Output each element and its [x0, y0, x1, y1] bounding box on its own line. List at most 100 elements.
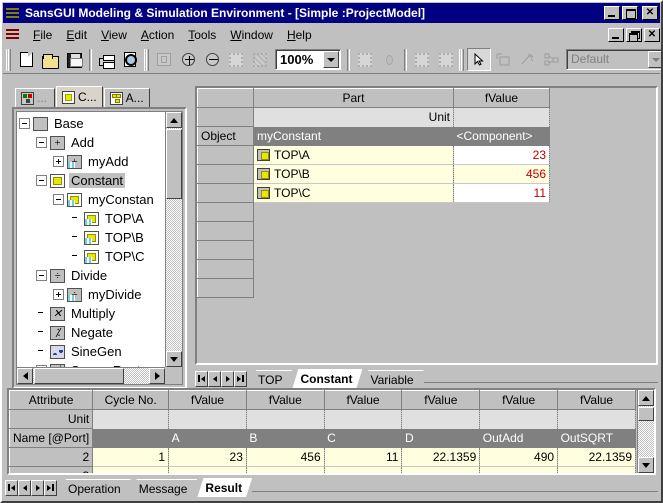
upper-col-header[interactable]: Part	[253, 88, 454, 108]
fvalue-cell[interactable]: 456	[453, 164, 550, 184]
close-button[interactable]: ✕	[642, 6, 658, 20]
sheet-tab-top[interactable]: TOP	[250, 370, 292, 388]
menu-view[interactable]: View	[94, 26, 134, 44]
bottom-grid[interactable]: Attribute Cycle No. fValue fValue fValue fVal…	[7, 388, 656, 475]
bottom-col-header[interactable]: fValue	[168, 390, 247, 410]
tree-tab-project[interactable]: ...	[15, 88, 55, 107]
zoom-window-button[interactable]	[152, 48, 176, 71]
data-cell[interactable]: 1	[92, 447, 170, 467]
bottom-name-cell[interactable]: OutSQRT	[557, 428, 636, 448]
table-row[interactable]: 3	[9, 466, 636, 473]
object-part-cell[interactable]: myConstant	[253, 126, 454, 146]
data-cell[interactable]	[401, 466, 481, 473]
sheet-tab-variable[interactable]: Variable	[362, 370, 423, 388]
zoom-level-combo[interactable]: 100%	[275, 49, 341, 70]
prev-tab-button[interactable]	[208, 370, 221, 387]
collapse-icon[interactable]	[36, 137, 47, 148]
menu-tools[interactable]: Tools	[181, 26, 223, 44]
tree-tab-class[interactable]: C...	[56, 86, 103, 107]
sheet-tab-constant[interactable]: Constant	[292, 369, 362, 388]
bottom-next-tab-button[interactable]	[31, 479, 44, 496]
fvalue-cell[interactable]: 23	[453, 145, 550, 165]
expand-icon[interactable]	[53, 289, 64, 300]
fit-page-button[interactable]	[224, 48, 248, 71]
bottom-name-cell[interactable]	[92, 428, 169, 448]
row-header[interactable]	[197, 164, 254, 184]
tree-scroll-left-button[interactable]	[17, 368, 33, 384]
style-combo[interactable]: Default	[566, 49, 661, 70]
collapse-icon[interactable]	[19, 118, 30, 129]
bottom-col-header[interactable]: fValue	[401, 390, 481, 410]
menu-file[interactable]: File	[26, 26, 59, 44]
table-row[interactable]: 2 1 23 456 11 22.1359 490 22.1359	[9, 447, 636, 467]
collapse-icon[interactable]	[53, 194, 64, 205]
bottom-col-header[interactable]: fValue	[479, 390, 559, 410]
add-link-button[interactable]	[515, 48, 539, 71]
tree-node[interactable]: ✕ Multiply	[19, 304, 165, 323]
tree-node[interactable]: ⁒ Negate	[19, 323, 165, 342]
minimize-button[interactable]	[604, 6, 620, 20]
align-right-button[interactable]	[434, 48, 458, 71]
child-minimize-button[interactable]	[608, 28, 624, 42]
bottom-name-cell[interactable]: D	[401, 428, 480, 448]
zoom-in-button[interactable]	[176, 48, 200, 71]
zoom-combo-arrow-icon[interactable]	[323, 51, 339, 68]
document-menu-icon[interactable]	[5, 28, 21, 42]
data-cell[interactable]	[92, 466, 170, 473]
child-close-button[interactable]: ✕	[644, 28, 660, 42]
bottom-scroll-thumb[interactable]	[638, 407, 654, 421]
part-cell[interactable]: TOP\B	[253, 164, 454, 184]
style-combo-arrow-icon[interactable]	[648, 51, 661, 68]
bottom-scroll-up-button[interactable]	[638, 390, 654, 406]
object-row[interactable]: Object myConstant <Component>	[197, 126, 550, 146]
tree-node[interactable]: + Add	[19, 133, 165, 152]
bottom-col-header[interactable]: Cycle No.	[92, 390, 170, 410]
row-header[interactable]	[197, 183, 254, 203]
tree-node[interactable]: TOP\B	[19, 228, 165, 247]
upper-col-header[interactable]: fValue	[453, 88, 550, 108]
tree-tab-assembly[interactable]: A...	[103, 88, 150, 107]
bottom-name-cell[interactable]: C	[324, 428, 402, 448]
bottom-first-tab-button[interactable]	[5, 479, 18, 496]
data-cell[interactable]: 23	[168, 447, 247, 467]
tree-node[interactable]: Constant	[19, 171, 165, 190]
tree-node[interactable]: ÷ Divide	[19, 266, 165, 285]
data-cell[interactable]: 490	[479, 447, 559, 467]
data-cell[interactable]	[324, 466, 403, 473]
part-cell[interactable]: TOP\C	[253, 183, 454, 203]
collapse-icon[interactable]	[36, 175, 47, 186]
add-node-button[interactable]	[491, 48, 515, 71]
data-cell[interactable]: 456	[246, 447, 325, 467]
tree-node[interactable]: TOP\C	[19, 247, 165, 266]
maximize-button[interactable]	[622, 6, 638, 20]
tree-node[interactable]: myConstan	[19, 190, 165, 209]
data-cell[interactable]	[557, 466, 636, 473]
data-cell[interactable]	[246, 466, 325, 473]
menu-action[interactable]: Action	[134, 26, 181, 44]
connect-button[interactable]	[539, 48, 563, 71]
table-row[interactable]: TOP\A 23	[197, 145, 550, 165]
bottom-name-cell[interactable]: A	[168, 428, 247, 448]
frame-button[interactable]	[353, 48, 377, 71]
upper-grid[interactable]: Part fValue Unit Object myConstant <Compo…	[195, 86, 658, 365]
row-header[interactable]	[197, 145, 254, 165]
upper-col-header[interactable]	[197, 88, 254, 108]
bottom-name-cell[interactable]: OutAdd	[479, 428, 558, 448]
next-tab-button[interactable]	[221, 370, 234, 387]
table-row[interactable]: TOP\B 456	[197, 164, 550, 184]
tree-node[interactable]: Base	[19, 114, 165, 133]
data-cell[interactable]	[479, 466, 559, 473]
tree-scroll-up-button[interactable]	[166, 112, 182, 128]
tree-horizontal-scrollbar[interactable]	[17, 367, 165, 384]
bottom-col-header[interactable]: fValue	[245, 390, 325, 410]
data-cell[interactable]: 22.1359	[557, 447, 636, 467]
bottom-col-header[interactable]: fValue	[557, 390, 636, 410]
toolbar-grip[interactable]	[6, 48, 11, 71]
menu-help[interactable]: Help	[280, 26, 319, 44]
save-button[interactable]	[62, 48, 86, 71]
bottom-vertical-scrollbar[interactable]	[637, 390, 654, 473]
tree-node[interactable]: SineGen	[19, 342, 165, 361]
tree-vertical-scrollbar[interactable]	[165, 112, 182, 367]
print-button[interactable]	[95, 48, 119, 71]
select-tool-button[interactable]	[467, 48, 491, 71]
